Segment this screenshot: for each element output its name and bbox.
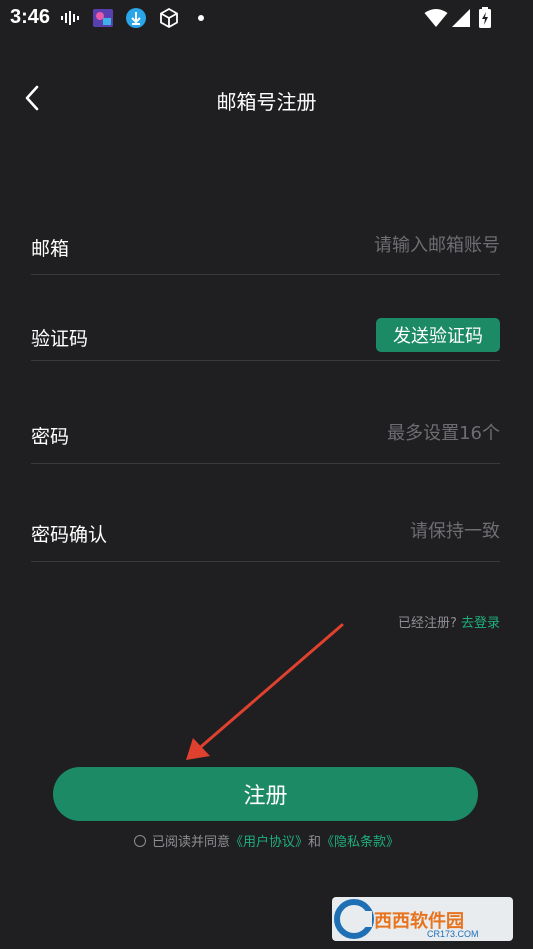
agreement-prefix: 已阅读并同意 [151,835,230,850]
dot-icon [196,8,206,28]
confirm-password-label: 密码确认 [31,524,108,546]
wifi-icon [424,8,448,28]
send-code-button[interactable]: 发送验证码 [376,318,500,352]
app-thumbnail-icon [92,8,114,28]
agreement-row: 已阅读并同意《用户协议》和《隐私条款》 [0,831,533,850]
watermark-logo: 西西软件园 CR173.COM [332,897,513,941]
watermark-domain: CR173.COM [427,929,479,939]
status-bar: 3:46 [0,0,533,36]
agreement-and: 和 [308,835,322,850]
register-button[interactable]: 注册 [53,767,478,821]
password-row: 密码 [31,412,500,464]
email-row: 邮箱 [31,222,500,275]
login-hint-text: 已经注册? [397,616,457,631]
battery-charging-icon [477,7,493,28]
password-input[interactable] [240,420,500,446]
audio-wave-icon [60,8,82,28]
signal-icon [451,8,471,28]
password-label: 密码 [31,426,70,448]
user-agreement-link[interactable]: 《用户协议》 [230,835,308,850]
agree-checkbox[interactable] [133,835,146,847]
code-row: 验证码 发送验证码 [31,318,500,361]
page-title: 邮箱号注册 [216,90,317,114]
cube-icon [157,7,181,29]
login-link[interactable]: 去登录 [461,616,500,631]
code-label: 验证码 [31,328,89,350]
confirm-password-input[interactable] [240,518,500,544]
header: 邮箱号注册 [0,72,533,128]
login-hint: 已经注册? 去登录 [398,612,500,631]
confirm-password-row: 密码确认 [31,510,500,562]
email-input[interactable] [240,232,500,258]
download-icon [124,8,148,28]
status-time: 3:46 [10,6,51,28]
privacy-link[interactable]: 《隐私条款》 [321,835,399,850]
email-label: 邮箱 [31,238,70,260]
